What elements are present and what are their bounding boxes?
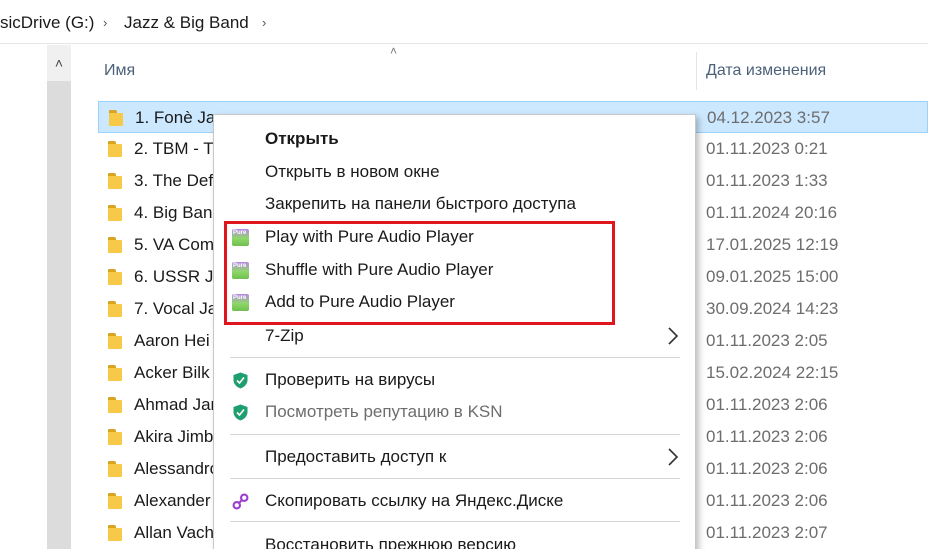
- menu-item-label: Посмотреть репутацию в KSN: [265, 402, 503, 421]
- scrollbar-thumb[interactable]: [47, 81, 71, 549]
- address-bar[interactable]: sicDrive (G:) › Jazz & Big Band ›: [0, 0, 928, 44]
- menu-item-pin-quick-access[interactable]: Закрепить на панели быстрого доступа: [214, 188, 695, 220]
- file-name: Alessandro: [134, 459, 220, 478]
- file-date: 01.11.2023 2:06: [706, 491, 828, 510]
- menu-item-label: Открыть в новом окне: [265, 162, 440, 181]
- folder-icon: [108, 301, 122, 317]
- menu-separator: [230, 357, 680, 358]
- file-name: 1. Fonè Jaz: [135, 108, 224, 127]
- vertical-scrollbar[interactable]: ˄: [47, 45, 71, 549]
- file-date: 01.11.2023 2:06: [706, 427, 828, 446]
- file-name: Aaron Hei: [134, 331, 210, 350]
- menu-separator: [230, 521, 680, 522]
- file-date: 17.01.2025 12:19: [706, 235, 839, 254]
- breadcrumb-folder[interactable]: Jazz & Big Band: [124, 13, 249, 33]
- menu-item-scan-virus[interactable]: Проверить на вирусы: [214, 364, 695, 396]
- file-name: Allan Vach: [134, 523, 215, 542]
- folder-icon: [108, 493, 122, 509]
- file-name: 5. VA Com: [134, 235, 214, 254]
- file-name: 4. Big Banc: [134, 203, 221, 222]
- shield-icon: [233, 372, 248, 389]
- menu-item-ksn-reputation[interactable]: Посмотреть репутацию в KSN: [214, 396, 695, 428]
- folder-icon: [108, 461, 122, 477]
- menu-item-open-new-window[interactable]: Открыть в новом окне: [214, 156, 695, 188]
- shield-icon: [233, 404, 248, 421]
- chevron-right-icon: [668, 327, 679, 345]
- menu-item-label: Проверить на вирусы: [265, 370, 436, 389]
- menu-item-label: Открыть: [265, 129, 339, 148]
- file-name: Ahmad Jar: [134, 395, 217, 414]
- folder-icon: [108, 173, 122, 189]
- column-header-date[interactable]: Дата изменения: [706, 62, 826, 80]
- file-date: 01.11.2023 2:07: [706, 523, 828, 542]
- menu-item-open[interactable]: Открыть: [214, 123, 695, 155]
- file-name: Akira Jimb: [134, 427, 214, 446]
- menu-item-label: Предоставить доступ к: [265, 447, 447, 466]
- file-date: 01.11.2023 2:05: [706, 331, 828, 350]
- column-divider[interactable]: [696, 52, 697, 90]
- folder-icon: [108, 525, 122, 541]
- menu-item-give-access[interactable]: Предоставить доступ к: [214, 441, 695, 473]
- folder-icon: [108, 333, 122, 349]
- folder-icon: [109, 110, 123, 126]
- file-date: 01.11.2024 20:16: [706, 203, 838, 222]
- file-name: 6. USSR Ja: [134, 267, 223, 286]
- sort-ascending-icon: ˄: [390, 44, 398, 58]
- file-date: 15.02.2024 22:15: [706, 363, 839, 382]
- menu-item-label: Восстановить прежнюю версию: [265, 535, 516, 549]
- folder-icon: [108, 365, 122, 381]
- folder-icon: [108, 269, 122, 285]
- file-date: 04.12.2023 3:57: [707, 108, 830, 127]
- column-header-name[interactable]: Имя: [104, 62, 135, 80]
- breadcrumb-drive[interactable]: sicDrive (G:): [0, 13, 94, 33]
- menu-item-label: Скопировать ссылку на Яндекс.Диске: [265, 491, 564, 510]
- scroll-up-icon[interactable]: ˄: [47, 55, 71, 71]
- menu-item-copy-yandex-link[interactable]: Скопировать ссылку на Яндекс.Диске: [214, 485, 695, 517]
- file-date: 01.11.2023 2:06: [706, 459, 828, 478]
- menu-item-restore-previous[interactable]: Восстановить прежнюю версию: [214, 529, 695, 549]
- menu-separator: [230, 478, 680, 479]
- menu-item-label: 7-Zip: [265, 326, 304, 345]
- file-name: Acker Bilk: [134, 363, 210, 382]
- chevron-right-icon[interactable]: ›: [262, 15, 266, 30]
- context-menu: Открыть Открыть в новом окне Закрепить н…: [213, 114, 696, 549]
- menu-item-label: Закрепить на панели быстрого доступа: [265, 194, 576, 213]
- highlight-annotation-box: [224, 221, 615, 325]
- link-icon: [232, 493, 249, 510]
- chevron-right-icon[interactable]: ›: [103, 15, 107, 30]
- folder-icon: [108, 237, 122, 253]
- folder-icon: [108, 141, 122, 157]
- file-name: 7. Vocal Ja: [134, 299, 218, 318]
- folder-icon: [108, 205, 122, 221]
- file-name: 2. TBM - T: [134, 139, 214, 158]
- folder-icon: [108, 429, 122, 445]
- file-name: 3. The Def: [134, 171, 214, 190]
- file-date: 30.09.2024 14:23: [706, 299, 839, 318]
- file-date: 09.01.2025 15:00: [706, 267, 839, 286]
- file-name: Alexander: [134, 491, 211, 510]
- menu-separator: [230, 434, 680, 435]
- file-date: 01.11.2023 2:06: [706, 395, 828, 414]
- chevron-right-icon: [668, 448, 679, 466]
- folder-icon: [108, 397, 122, 413]
- file-date: 01.11.2023 1:33: [706, 171, 828, 190]
- file-date: 01.11.2023 0:21: [706, 139, 828, 158]
